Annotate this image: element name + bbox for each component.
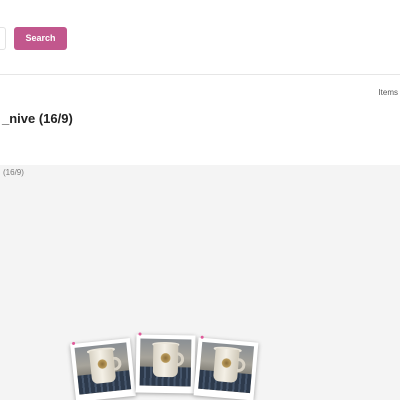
gallery-caption: (16/9) xyxy=(3,168,24,177)
mug-handle-graphic xyxy=(237,358,246,373)
search-button[interactable]: Search xyxy=(14,27,67,50)
photo-thumbnail-left[interactable] xyxy=(70,338,136,400)
mug-logo-graphic xyxy=(220,357,233,369)
mug-logo-graphic xyxy=(96,358,109,370)
search-input[interactable] xyxy=(0,27,6,50)
mug-handle-graphic xyxy=(176,352,185,367)
page-title: _nive (16/9) xyxy=(2,111,73,126)
photo-thumbnail-center[interactable] xyxy=(135,332,196,394)
photo-thumbnail-right[interactable] xyxy=(193,335,259,400)
photo-image xyxy=(198,341,255,394)
photo-image xyxy=(74,342,132,395)
photo-image xyxy=(139,338,192,387)
header-divider xyxy=(0,74,400,75)
photo-marker-dot xyxy=(200,335,204,339)
mug-handle-graphic xyxy=(113,356,122,372)
gallery-area: (16/9) xyxy=(0,165,400,400)
photo-marker-dot xyxy=(138,332,142,336)
items-label: Items xyxy=(378,88,398,97)
photo-marker-dot xyxy=(71,341,76,346)
page: Search Items _nive (16/9) (16/9) xyxy=(0,0,400,400)
mug-logo-graphic xyxy=(160,353,171,364)
